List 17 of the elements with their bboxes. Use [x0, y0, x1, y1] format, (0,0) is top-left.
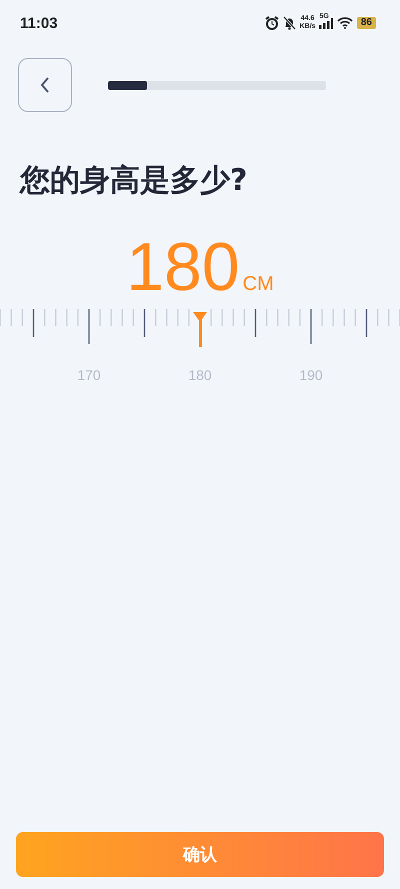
- ruler-label: 180: [188, 367, 212, 383]
- confirm-button[interactable]: 确认: [16, 832, 384, 877]
- muted-bell-icon: [282, 16, 296, 30]
- signal-icon: [318, 18, 333, 28]
- height-unit: CM: [242, 273, 274, 296]
- battery-level: 86: [356, 17, 376, 29]
- question-title: 您的身高是多少?: [20, 163, 248, 198]
- back-button[interactable]: [18, 58, 72, 112]
- alarm-icon: [264, 16, 279, 30]
- pointer-indicator[interactable]: [193, 312, 207, 347]
- clock-time: 11:03: [20, 14, 59, 32]
- ruler-ticks-drawing[interactable]: [0, 309, 400, 344]
- ruler-label: 170: [77, 367, 101, 383]
- wifi-icon: [336, 17, 353, 29]
- ruler-label: 190: [299, 367, 323, 383]
- chevron-left-icon: [40, 77, 50, 93]
- height-number: 180: [126, 228, 240, 307]
